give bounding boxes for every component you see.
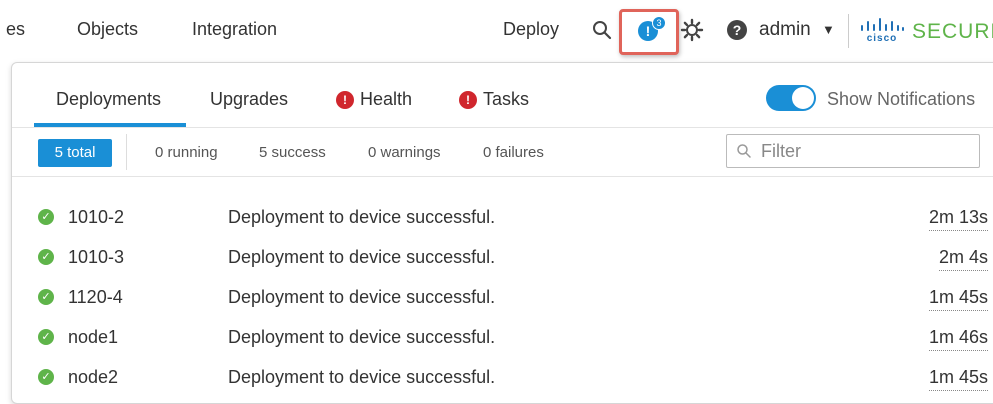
status-message: Deployment to device successful. xyxy=(228,287,496,307)
tab-deployments[interactable]: Deployments xyxy=(56,89,161,110)
list-item[interactable]: ✓ 1010-3 Deployment to device successful… xyxy=(12,237,993,277)
elapsed-time: 1m 45s xyxy=(928,287,988,311)
device-name: node2 xyxy=(68,367,119,387)
deploy-button[interactable]: Deploy xyxy=(503,19,559,40)
success-check-icon: ✓ xyxy=(38,289,54,305)
deployment-stats-bar: 5 total 0 running 5 success 0 warnings 0… xyxy=(12,128,993,177)
device-name: node1 xyxy=(68,327,119,347)
active-tab-indicator xyxy=(34,123,186,127)
success-count[interactable]: 5 success xyxy=(259,144,326,161)
elapsed-time: 2m 4s xyxy=(938,247,988,271)
list-item[interactable]: ✓ 1010-2 Deployment to device successful… xyxy=(12,197,993,237)
notification-count-badge: 3 xyxy=(652,16,666,30)
gear-icon[interactable] xyxy=(680,18,704,42)
elapsed-time: 2m 13s xyxy=(928,207,988,231)
show-notifications-toggle[interactable] xyxy=(766,85,816,111)
filter-input[interactable] xyxy=(761,140,961,162)
panel-tabs: Deployments Upgrades ! Health ! Tasks Show… xyxy=(12,63,993,128)
stats-divider xyxy=(126,134,127,170)
notifications-panel: Deployments Upgrades ! Health ! Tasks Show… xyxy=(11,62,993,404)
filter-field[interactable] xyxy=(726,134,980,168)
elapsed-time: 1m 45s xyxy=(928,367,988,391)
error-icon: ! xyxy=(459,91,477,109)
tab-tasks-label: Tasks xyxy=(483,89,530,109)
device-name: 1120-4 xyxy=(68,287,123,307)
total-count-badge[interactable]: 5 total xyxy=(38,139,112,167)
status-message: Deployment to device successful. xyxy=(228,247,496,267)
failures-count[interactable]: 0 failures xyxy=(483,144,544,161)
nav-item-objects[interactable]: Objects xyxy=(77,19,138,40)
toggle-knob xyxy=(792,87,814,109)
list-item[interactable]: ✓ node1 Deployment to device successful.… xyxy=(12,317,993,357)
show-notifications-label: Show Notifications xyxy=(827,89,976,109)
tab-health-label: Health xyxy=(360,89,413,109)
nav-item-integration[interactable]: Integration xyxy=(192,19,277,40)
tab-tasks[interactable]: ! Tasks xyxy=(459,89,529,110)
device-name: 1010-3 xyxy=(68,247,125,267)
brand-divider xyxy=(848,14,849,48)
nav-item-devices-truncated[interactable]: es xyxy=(6,19,25,40)
success-check-icon: ✓ xyxy=(38,369,54,385)
top-navigation-bar: es Objects Integration Deploy ! 3 ? admi… xyxy=(0,0,993,62)
search-icon[interactable] xyxy=(590,18,614,42)
cisco-logo: cisco xyxy=(857,17,907,47)
user-menu[interactable]: admin xyxy=(759,19,811,41)
cisco-wordmark: cisco xyxy=(866,33,898,44)
list-item[interactable]: ✓ 1120-4 Deployment to device successful… xyxy=(12,277,993,317)
chevron-down-icon[interactable]: ▼ xyxy=(822,22,835,37)
running-count[interactable]: 0 running xyxy=(155,144,218,161)
product-name: SECURE xyxy=(912,20,993,43)
device-name: 1010-2 xyxy=(68,207,125,227)
success-check-icon: ✓ xyxy=(38,329,54,345)
error-icon: ! xyxy=(336,91,354,109)
elapsed-time: 1m 46s xyxy=(928,327,988,351)
list-item[interactable]: ✓ node2 Deployment to device successful.… xyxy=(12,357,993,397)
status-message: Deployment to device successful. xyxy=(228,327,496,347)
notifications-button[interactable]: ! 3 xyxy=(619,9,679,55)
help-icon[interactable]: ? xyxy=(727,20,747,40)
success-check-icon: ✓ xyxy=(38,209,54,225)
tab-upgrades[interactable]: Upgrades xyxy=(210,89,288,110)
warnings-count[interactable]: 0 warnings xyxy=(368,144,441,161)
deployment-list: ✓ 1010-2 Deployment to device successful… xyxy=(12,197,993,397)
search-icon xyxy=(737,144,751,158)
status-message: Deployment to device successful. xyxy=(228,367,496,387)
tab-health[interactable]: ! Health xyxy=(336,89,412,110)
status-message: Deployment to device successful. xyxy=(228,207,496,227)
success-check-icon: ✓ xyxy=(38,249,54,265)
